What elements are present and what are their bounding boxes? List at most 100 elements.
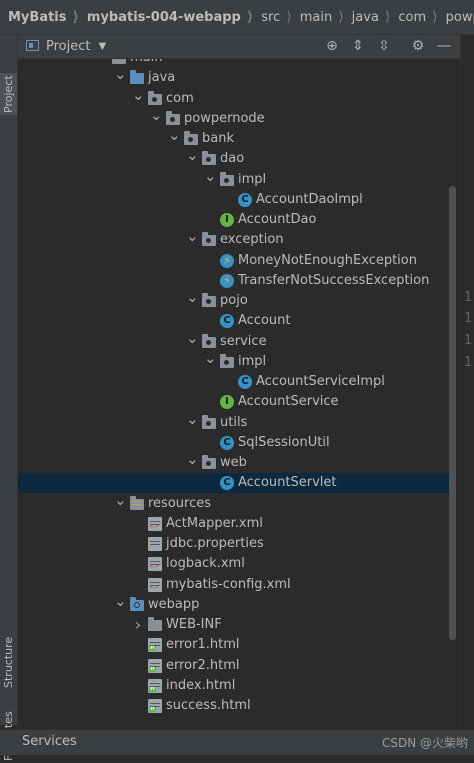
- tree-node-label: main: [130, 59, 162, 68]
- tree-node[interactable]: I AccountDao: [18, 210, 456, 230]
- breadcrumb-label: com: [398, 9, 427, 25]
- interface-icon: I: [220, 213, 234, 227]
- tree-node[interactable]: ⌄ web: [18, 452, 456, 473]
- chevron-down-icon[interactable]: ⌄: [186, 290, 199, 311]
- package-icon: [202, 232, 216, 247]
- tree-node[interactable]: ⌄ service: [18, 330, 456, 352]
- tree-node[interactable]: Hsuccess.html: [18, 696, 456, 716]
- exception-icon: ⚡: [220, 253, 234, 268]
- tree-node[interactable]: ⌄ dao: [18, 148, 456, 169]
- breadcrumb-item[interactable]: MyBatis ⟩: [0, 9, 79, 25]
- tree-node[interactable]: I AccountService: [18, 392, 456, 412]
- breadcrumb-item[interactable]: mybatis-004-webapp ⟩: [79, 9, 253, 25]
- tab-project[interactable]: Project: [0, 73, 17, 115]
- breadcrumb-item[interactable]: com ⟩: [390, 9, 437, 25]
- tree-node[interactable]: C AccountDaoImpl: [18, 190, 456, 210]
- services-tab[interactable]: Services: [22, 734, 77, 749]
- tree-node-label: impl: [238, 353, 267, 369]
- properties-file-icon: [148, 537, 162, 551]
- source-folder-icon: [130, 70, 144, 85]
- locate-icon[interactable]: ⊕: [324, 38, 340, 54]
- tree-node[interactable]: ⚡ TransferNotSuccessException: [18, 271, 456, 291]
- tree-node-label: logback.xml: [166, 556, 245, 572]
- line-number: 1: [464, 311, 473, 326]
- chevron-down-icon[interactable]: ⌄: [114, 67, 127, 88]
- project-tree[interactable]: ⌄main⌄java⌄com⌄powpernode⌄bank⌄dao⌄implC…: [18, 59, 456, 721]
- line-number: 1: [464, 333, 473, 348]
- breadcrumb-item[interactable]: java ⟩: [344, 9, 391, 25]
- tree-node[interactable]: Herror1.html: [18, 635, 456, 655]
- tree-node[interactable]: ⌄ main: [18, 59, 456, 68]
- class-icon: C: [238, 375, 252, 389]
- chevron-down-icon[interactable]: ⌄: [114, 593, 127, 615]
- chevron-down-icon[interactable]: ⌄: [96, 59, 109, 68]
- chevron-down-icon[interactable]: ⌄: [186, 452, 199, 473]
- xml-file-icon: <>: [148, 516, 162, 531]
- tree-node[interactable]: ⌄ powpernode: [18, 107, 456, 129]
- tree-node[interactable]: C AccountServiceImpl: [18, 372, 456, 392]
- tree-node-label: resources: [148, 495, 212, 511]
- resources-folder-icon: [130, 495, 144, 510]
- tree-node[interactable]: ⌄ impl: [18, 168, 456, 190]
- chevron-down-icon[interactable]: ⌄: [114, 492, 127, 514]
- tab-structure[interactable]: Structure: [0, 630, 17, 690]
- tree-node[interactable]: ⌄ bank: [18, 128, 456, 149]
- tree-node[interactable]: ⌄ com: [18, 87, 456, 109]
- tree-node-label: jdbc.properties: [166, 536, 264, 551]
- tree-node[interactable]: Herror2.html: [18, 656, 456, 676]
- chevron-down-icon[interactable]: ⌄: [168, 128, 181, 149]
- tree-node-label: MoneyNotEnoughException: [238, 252, 417, 268]
- collapse-all-icon[interactable]: ⇳: [376, 38, 392, 54]
- tree-node[interactable]: C Account: [18, 311, 456, 331]
- expand-all-icon[interactable]: ⇕: [350, 38, 366, 54]
- tree-node[interactable]: Hindex.html: [18, 676, 456, 696]
- chevron-right-icon[interactable]: ›: [132, 615, 144, 635]
- tree-node-label: WEB-INF: [166, 617, 222, 632]
- tree-node-label: AccountDaoImpl: [256, 191, 363, 207]
- tree-node-label: web: [220, 455, 247, 470]
- tree-node[interactable]: C AccountServlet: [18, 473, 456, 494]
- minimize-icon[interactable]: —: [436, 38, 452, 54]
- tree-node[interactable]: ⌄ pojo: [18, 290, 456, 311]
- tree-node[interactable]: jdbc.properties: [18, 534, 456, 554]
- tree-node[interactable]: <> mybatis-config.xml: [18, 575, 456, 595]
- tree-node[interactable]: ⌄ impl: [18, 350, 456, 372]
- chevron-down-icon[interactable]: ⌄: [132, 87, 145, 109]
- breadcrumb-item[interactable]: main ⟩: [292, 9, 344, 25]
- breadcrumb-item[interactable]: src ⟩: [253, 9, 291, 25]
- tree-node[interactable]: ⌄ exception: [18, 229, 456, 250]
- chevron-down-icon[interactable]: ▼: [98, 41, 106, 52]
- tree-node[interactable]: ⌄ utils: [18, 411, 456, 433]
- tree-scrollbar[interactable]: [449, 186, 456, 640]
- tree-node[interactable]: › WEB-INF: [18, 615, 456, 635]
- chevron-down-icon[interactable]: ⌄: [204, 168, 217, 190]
- html-file-icon: H: [148, 699, 162, 713]
- tree-node-label: impl: [238, 171, 267, 187]
- chevron-down-icon[interactable]: ⌄: [150, 107, 163, 129]
- chevron-down-icon[interactable]: ⌄: [204, 350, 217, 372]
- package-icon: [202, 333, 216, 348]
- tree-node-label: TransferNotSuccessException: [238, 272, 430, 288]
- chevron-down-icon[interactable]: ⌄: [186, 411, 199, 433]
- chevron-down-icon[interactable]: ⌄: [186, 229, 199, 250]
- tree-node[interactable]: ⚡ MoneyNotEnoughException: [18, 251, 456, 271]
- package-icon: [148, 90, 162, 105]
- class-icon: C: [238, 192, 252, 207]
- editor-gutter: 1 1 1 1: [460, 35, 474, 725]
- tree-node[interactable]: <> logback.xml: [18, 554, 456, 574]
- project-view-icon: [26, 40, 39, 51]
- tree-node[interactable]: ⌄ java: [18, 67, 456, 88]
- gear-icon[interactable]: ⚙: [410, 38, 426, 54]
- tree-node[interactable]: C SqlSessionUtil: [18, 433, 456, 453]
- package-icon: [184, 131, 198, 145]
- tree-node[interactable]: <> ActMapper.xml: [18, 514, 456, 534]
- tree-node-label: error1.html: [166, 637, 240, 653]
- tree-node[interactable]: ⌄ resources: [18, 492, 456, 514]
- breadcrumb-item[interactable]: powpernode: [438, 10, 474, 25]
- tree-node-label: utils: [220, 414, 248, 430]
- chevron-down-icon[interactable]: ⌄: [186, 148, 199, 169]
- project-view-selector[interactable]: Project: [46, 39, 90, 54]
- tree-node-label: AccountServlet: [238, 475, 337, 491]
- tree-node[interactable]: ⌄ webapp: [18, 593, 456, 615]
- chevron-down-icon[interactable]: ⌄: [186, 330, 199, 352]
